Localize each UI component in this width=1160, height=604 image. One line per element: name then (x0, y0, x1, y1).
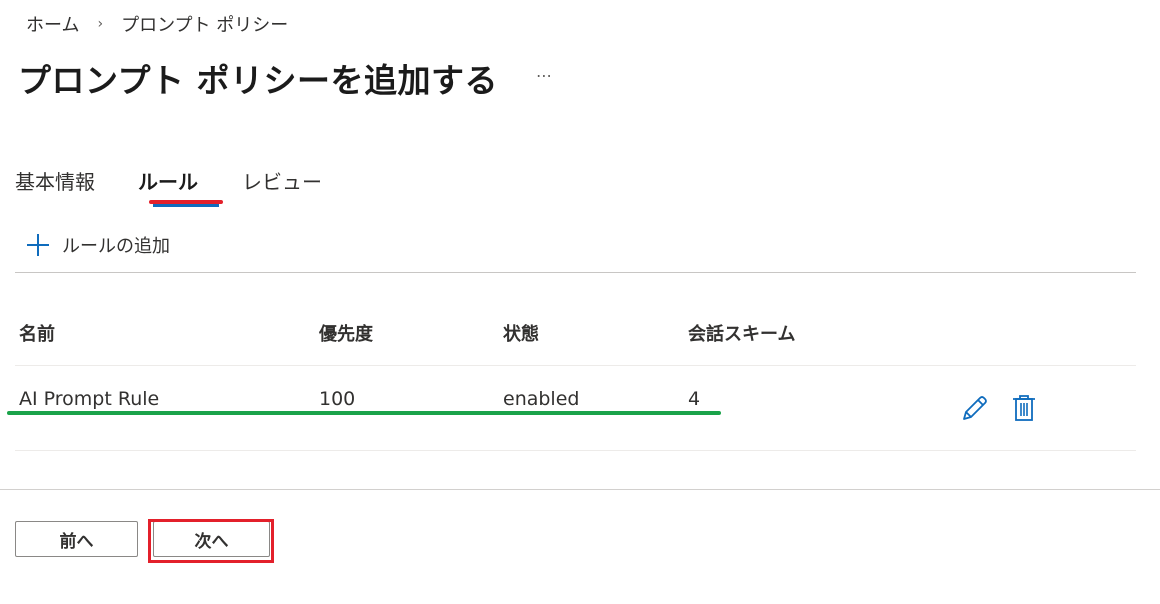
row-divider (15, 450, 1136, 451)
breadcrumb-prompt-policy[interactable]: プロンプト ポリシー (121, 11, 288, 37)
page-title: プロンプト ポリシーを追加する (18, 61, 498, 100)
footer-divider (0, 489, 1160, 490)
column-header-state[interactable]: 状態 (503, 320, 539, 346)
add-rule-button[interactable]: ルールの追加 (26, 232, 170, 258)
column-header-scheme[interactable]: 会話スキーム (688, 320, 795, 346)
breadcrumb-home[interactable]: ホーム (26, 11, 79, 37)
plus-icon (26, 233, 50, 257)
add-rule-label: ルールの追加 (62, 236, 170, 257)
column-header-name[interactable]: 名前 (19, 320, 55, 346)
tab-basic-info[interactable]: 基本情報 (15, 166, 95, 195)
cell-name: AI Prompt Rule (19, 388, 160, 410)
delete-icon[interactable] (1009, 393, 1039, 423)
toolbar-divider (15, 272, 1136, 273)
add-prompt-policy-page: ホーム › プロンプト ポリシー プロンプト ポリシーを追加する ⋯ 基本情報 … (0, 0, 1160, 604)
tab-rules[interactable]: ルール (138, 166, 198, 195)
cell-scheme: 4 (688, 388, 701, 410)
cell-state: enabled (503, 388, 580, 410)
column-header-priority[interactable]: 優先度 (319, 320, 373, 346)
cell-priority: 100 (319, 388, 356, 410)
next-button-highlight (148, 519, 274, 563)
previous-button[interactable]: 前へ (15, 521, 138, 557)
breadcrumb-chevron-icon: › (97, 16, 104, 32)
row-highlight-underline (7, 411, 721, 415)
tab-review[interactable]: レビュー (242, 166, 322, 195)
header-divider (15, 365, 1136, 366)
active-tab-indicator (153, 204, 219, 207)
active-tab-highlight (149, 200, 223, 204)
title-row: プロンプト ポリシーを追加する ⋯ (18, 54, 553, 102)
edit-icon[interactable] (960, 393, 990, 423)
breadcrumb: ホーム › プロンプト ポリシー (26, 11, 288, 37)
more-options-icon[interactable]: ⋯ (536, 66, 553, 91)
